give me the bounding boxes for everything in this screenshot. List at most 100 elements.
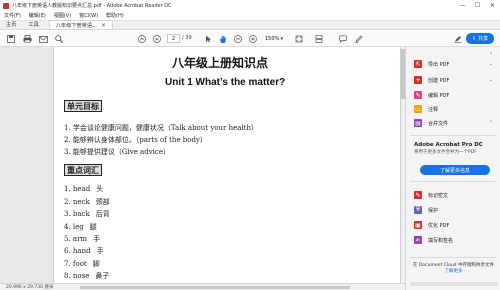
window-titlebar: 八年级下册英语人教版知识要点汇总.pdf - Adobe Acrobat Rea…	[0, 0, 500, 11]
tool-fill-sign[interactable]: ✍ 填写和签名	[414, 235, 453, 245]
share-button[interactable]: ⇪ 共享	[466, 33, 494, 44]
page-number-input[interactable]: 2	[167, 34, 180, 43]
page-total: / 39	[182, 35, 192, 41]
document-cloud-footer: 在 Document Cloud 中存储和共享文件 了解更多	[410, 263, 497, 275]
pane-scrollbar[interactable]	[410, 282, 497, 286]
vocab-chinese: 颈部	[95, 198, 110, 206]
menu-window[interactable]: 窗口(W)	[79, 12, 98, 19]
objective-item: 2. 能够辨认身体部位。（parts of the body）	[64, 136, 207, 144]
comment-icon: ▭	[414, 105, 422, 113]
vocab-english: 7. foot	[64, 260, 87, 268]
section-heading-objectives: 单元目标	[64, 100, 102, 112]
vocab-item: 4. leg 腿	[64, 222, 97, 232]
vocab-chinese: 头	[96, 185, 104, 193]
menu-view[interactable]: 视图(V)	[54, 12, 71, 19]
divider	[410, 257, 497, 258]
sign-icon[interactable]	[453, 34, 463, 44]
status-bar: 20.996 x 29.730 厘米	[0, 283, 405, 290]
expand-caret-icon[interactable]: ⌄	[489, 61, 493, 67]
vocab-english: 8. nose	[64, 272, 90, 280]
promo-text: 将用于更多文件合并为一个PDF	[414, 150, 477, 155]
menu-help[interactable]: 帮助(H)	[106, 12, 124, 19]
vocab-item: 6. hand 手	[64, 246, 104, 256]
vocab-chinese: 手	[96, 247, 104, 255]
zoom-out-icon[interactable]	[233, 34, 243, 44]
shield-icon: ⛨	[414, 206, 422, 214]
vocab-english: 5. arm	[64, 235, 88, 243]
print-icon[interactable]	[22, 34, 32, 44]
scroll-mode-icon[interactable]	[314, 34, 324, 44]
maximize-button[interactable]: ☐	[470, 0, 485, 11]
share-button-label: 共享	[478, 36, 489, 42]
export-pdf-icon: ⇱	[414, 60, 422, 68]
cloud-learn-more-link[interactable]: 了解更多	[410, 269, 497, 275]
tab-home[interactable]: 主页	[0, 20, 22, 29]
zoom-in-icon[interactable]	[248, 34, 258, 44]
acrobat-app-icon	[3, 2, 9, 9]
page-size-indicator: 20.996 x 29.730 厘米	[6, 285, 54, 290]
tool-combine-files[interactable]: ▤ 合并文件	[414, 118, 448, 128]
tool-optimize-pdf[interactable]: ▣ 优化 PDF	[414, 220, 449, 230]
tab-bar: 主页 工具 八年级下册英语... ×	[0, 20, 500, 30]
tool-label: 优化 PDF	[428, 222, 450, 229]
fit-page-icon[interactable]	[294, 34, 304, 44]
menu-edit[interactable]: 编辑(E)	[29, 12, 46, 19]
tool-label: 编辑 PDF	[428, 92, 450, 99]
optimize-pdf-icon: ▣	[414, 221, 422, 229]
select-cursor-icon[interactable]	[203, 34, 213, 44]
create-pdf-icon: +	[414, 76, 422, 84]
tool-label: 合并文件	[428, 120, 449, 127]
tool-protect[interactable]: ⛨ 保护	[414, 205, 438, 215]
vocab-chinese: 腿	[89, 223, 97, 231]
save-icon[interactable]	[6, 34, 16, 44]
tool-label: 标记密文	[428, 192, 449, 199]
prev-page-icon[interactable]	[137, 34, 147, 44]
tool-label: 导出 PDF	[428, 61, 450, 68]
horizontal-scrollbar-thumb[interactable]	[80, 286, 350, 289]
document-subtitle: Unit 1 What’s the matter?	[165, 77, 286, 88]
email-icon[interactable]	[38, 34, 48, 44]
promo-title: Adobe Acrobat Pro DC	[414, 142, 483, 148]
vocab-chinese: 后背	[95, 210, 110, 218]
tool-comment[interactable]: ▭ 注释	[414, 104, 438, 114]
fill-sign-icon: ✍	[414, 236, 422, 244]
highlight-pen-icon[interactable]	[354, 34, 364, 44]
vocab-item: 7. foot 脚	[64, 259, 100, 269]
close-button[interactable]: ✕	[485, 0, 500, 11]
hand-tool-icon[interactable]	[218, 34, 228, 44]
tab-tools[interactable]: 工具	[22, 20, 44, 29]
collapse-pane-icon[interactable]: ‹	[490, 50, 492, 57]
edit-pdf-icon: ✎	[414, 91, 422, 99]
main-toolbar: 2 / 39 150% ▾ ⇪ 共享	[0, 31, 500, 47]
vocab-chinese: 手	[93, 235, 101, 243]
minimize-button[interactable]: —	[455, 0, 470, 11]
vocab-chinese: 鼻子	[95, 272, 110, 280]
tool-redact[interactable]: ✎ 标记密文	[414, 190, 448, 200]
objective-item: 1. 学会谈论健康问题，健康状况（Talk about your health）	[64, 124, 258, 132]
next-page-icon[interactable]	[152, 34, 162, 44]
comment-icon[interactable]	[338, 34, 348, 44]
search-icon[interactable]	[54, 34, 64, 44]
zoom-level-value: 150%	[265, 35, 280, 42]
menu-file[interactable]: 文件(F)	[4, 12, 21, 19]
expand-caret-icon[interactable]: ⌄	[489, 77, 493, 83]
learn-more-button[interactable]: 了解更多信息	[420, 165, 490, 175]
tab-close-icon[interactable]: ×	[101, 22, 106, 29]
document-viewer[interactable]: 八年级上册知识点 Unit 1 What’s the matter? 单元目标 …	[0, 47, 405, 283]
tab-document[interactable]: 八年级下册英语... ×	[48, 20, 114, 29]
vocab-english: 4. leg	[64, 223, 84, 231]
tool-export-pdf[interactable]: ⇱ 导出 PDF	[414, 59, 449, 69]
zoom-level-select[interactable]: 150% ▾	[263, 34, 285, 43]
expand-caret-icon[interactable]: ⌃	[489, 120, 493, 126]
vocab-chinese: 脚	[92, 260, 100, 268]
vocab-item: 8. nose 鼻子	[64, 271, 109, 281]
divider	[410, 135, 497, 136]
tool-create-pdf[interactable]: + 创建 PDF	[414, 75, 449, 85]
divider	[410, 181, 497, 182]
tool-label: 填写和签名	[428, 237, 454, 244]
redact-icon: ✎	[414, 191, 422, 199]
document-title: 八年级上册知识点	[172, 56, 269, 70]
tool-edit-pdf[interactable]: ✎ 编辑 PDF	[414, 90, 449, 100]
vocab-english: 6. hand	[64, 247, 91, 255]
vocab-item: 3. back 后背	[64, 209, 110, 219]
